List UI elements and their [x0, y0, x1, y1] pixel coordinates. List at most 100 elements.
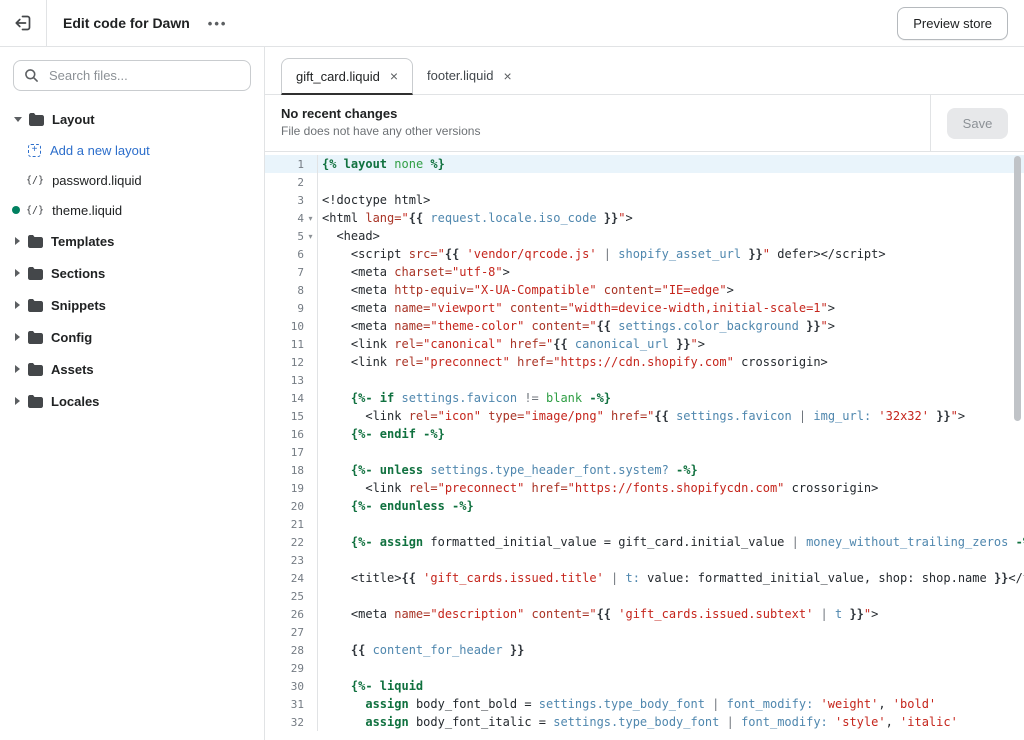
line-number: 27	[290, 625, 304, 639]
code-line[interactable]: <meta name="description" content="{{ 'gi…	[318, 605, 1024, 623]
exit-editor-button[interactable]	[0, 0, 47, 46]
caret-right-icon	[15, 237, 20, 245]
sidebar-folder-sections[interactable]: Sections	[0, 257, 264, 289]
tab-gift-card-liquid[interactable]: gift_card.liquid ×	[281, 58, 414, 95]
folder-label: Snippets	[51, 297, 106, 313]
caret-right-icon	[15, 333, 20, 341]
code-line[interactable]	[318, 443, 1024, 461]
folder-label: Templates	[51, 233, 115, 249]
line-gutter: 29	[265, 659, 318, 677]
code-line[interactable]: {%- if settings.favicon != blank -%}	[318, 389, 1024, 407]
code-line[interactable]: {%- assign formatted_initial_value = gif…	[318, 533, 1024, 551]
version-title: No recent changes	[281, 106, 398, 121]
code-line[interactable]: <head>	[318, 227, 1024, 245]
code-row: 14 {%- if settings.favicon != blank -%}	[265, 389, 1024, 407]
code-line[interactable]: <title>{{ 'gift_cards.issued.title' | t:…	[318, 569, 1024, 587]
line-gutter: 10	[265, 317, 318, 335]
file-sidebar: Layout Add a new layout {/} password.liq…	[0, 47, 265, 740]
line-gutter: 19	[265, 479, 318, 497]
add-new-layout-link[interactable]: Add a new layout	[0, 135, 264, 165]
code-line[interactable]: <link rel="canonical" href="{{ canonical…	[318, 335, 1024, 353]
preview-store-button[interactable]: Preview store	[897, 6, 1008, 40]
overflow-menu-button[interactable]: •••	[208, 16, 228, 31]
code-line[interactable]: {% layout none %}	[318, 155, 1024, 173]
folder-label: Config	[51, 329, 93, 345]
line-gutter: 27	[265, 623, 318, 641]
code-line[interactable]: {{ content_for_header }}	[318, 641, 1024, 659]
code-line[interactable]	[318, 371, 1024, 389]
code-line[interactable]	[318, 659, 1024, 677]
line-gutter: 6	[265, 245, 318, 263]
search-files-input[interactable]	[47, 67, 240, 84]
code-line[interactable]	[318, 551, 1024, 569]
sidebar-folder-assets[interactable]: Assets	[0, 353, 264, 385]
search-files-box[interactable]	[13, 60, 251, 91]
sidebar-file-theme-liquid[interactable]: {/} theme.liquid	[0, 195, 264, 225]
code-line[interactable]: {%- endunless -%}	[318, 497, 1024, 515]
line-number: 5	[297, 229, 304, 243]
close-tab-icon[interactable]: ×	[504, 69, 512, 83]
line-gutter: 2	[265, 173, 318, 191]
code-row: 6 <script src="{{ 'vendor/qrcode.js' | s…	[265, 245, 1024, 263]
caret-right-icon	[15, 301, 20, 309]
code-row: 17	[265, 443, 1024, 461]
code-lines: 1 {% layout none %} 2 3 <!doctype html> 4 ▾ <ht…	[265, 155, 1024, 731]
code-line[interactable]: <html lang="{{ request.locale.iso_code }…	[318, 209, 1024, 227]
tab-label: footer.liquid	[427, 68, 494, 83]
line-number: 24	[290, 571, 304, 585]
save-button[interactable]: Save	[946, 107, 1009, 139]
code-row: 27	[265, 623, 1024, 641]
line-number: 20	[290, 499, 304, 513]
code-line[interactable]: assign body_font_italic = settings.type_…	[318, 713, 1024, 731]
code-line[interactable]: <link rel="preconnect" href="https://fon…	[318, 479, 1024, 497]
sidebar-folder-snippets[interactable]: Snippets	[0, 289, 264, 321]
line-gutter: 1	[265, 155, 318, 173]
code-line[interactable]: <meta charset="utf-8">	[318, 263, 1024, 281]
fold-chevron-icon[interactable]: ▾	[304, 232, 317, 241]
code-line[interactable]: <meta name="theme-color" content="{{ set…	[318, 317, 1024, 335]
code-line[interactable]	[318, 587, 1024, 605]
code-row: 11 <link rel="canonical" href="{{ canoni…	[265, 335, 1024, 353]
code-line[interactable]: assign body_font_bold = settings.type_bo…	[318, 695, 1024, 713]
close-tab-icon[interactable]: ×	[390, 69, 398, 83]
code-line[interactable]: <link rel="icon" type="image/png" href="…	[318, 407, 1024, 425]
sidebar-folder-layout[interactable]: Layout	[0, 103, 264, 135]
code-line[interactable]: {%- liquid	[318, 677, 1024, 695]
code-line[interactable]: <meta http-equiv="X-UA-Compatible" conte…	[318, 281, 1024, 299]
sidebar-folder-locales[interactable]: Locales	[0, 385, 264, 417]
line-gutter: 8	[265, 281, 318, 299]
code-line[interactable]	[318, 173, 1024, 191]
code-line[interactable]: {%- unless settings.type_header_font.sys…	[318, 461, 1024, 479]
tab-footer-liquid[interactable]: footer.liquid ×	[413, 57, 526, 94]
sidebar-file-password-liquid[interactable]: {/} password.liquid	[0, 165, 264, 195]
line-gutter: 14	[265, 389, 318, 407]
line-gutter: 32	[265, 713, 318, 731]
folder-label: Assets	[51, 361, 94, 377]
fold-chevron-icon[interactable]: ▾	[304, 214, 317, 223]
code-row: 1 {% layout none %}	[265, 155, 1024, 173]
line-number: 18	[290, 463, 304, 477]
code-line[interactable]: {%- endif -%}	[318, 425, 1024, 443]
line-gutter: 18	[265, 461, 318, 479]
line-gutter: 12	[265, 353, 318, 371]
code-line[interactable]: <script src="{{ 'vendor/qrcode.js' | sho…	[318, 245, 1024, 263]
code-row: 5 ▾ <head>	[265, 227, 1024, 245]
code-line[interactable]: <!doctype html>	[318, 191, 1024, 209]
folder-icon	[28, 266, 43, 280]
code-line[interactable]: <link rel="preconnect" href="https://cdn…	[318, 353, 1024, 371]
line-gutter: 11	[265, 335, 318, 353]
code-editor[interactable]: 1 {% layout none %} 2 3 <!doctype html> 4 ▾ <ht…	[265, 152, 1024, 740]
code-line[interactable]: <meta name="viewport" content="width=dev…	[318, 299, 1024, 317]
line-gutter: 28	[265, 641, 318, 659]
code-row: 19 <link rel="preconnect" href="https://…	[265, 479, 1024, 497]
file-label: password.liquid	[52, 172, 142, 188]
sidebar-folder-config[interactable]: Config	[0, 321, 264, 353]
sidebar-folder-templates[interactable]: Templates	[0, 225, 264, 257]
line-number: 19	[290, 481, 304, 495]
editor-scrollbar-thumb[interactable]	[1014, 156, 1021, 421]
code-row: 15 <link rel="icon" type="image/png" hre…	[265, 407, 1024, 425]
code-line[interactable]	[318, 515, 1024, 533]
line-number: 29	[290, 661, 304, 675]
line-number: 7	[297, 265, 304, 279]
code-line[interactable]	[318, 623, 1024, 641]
